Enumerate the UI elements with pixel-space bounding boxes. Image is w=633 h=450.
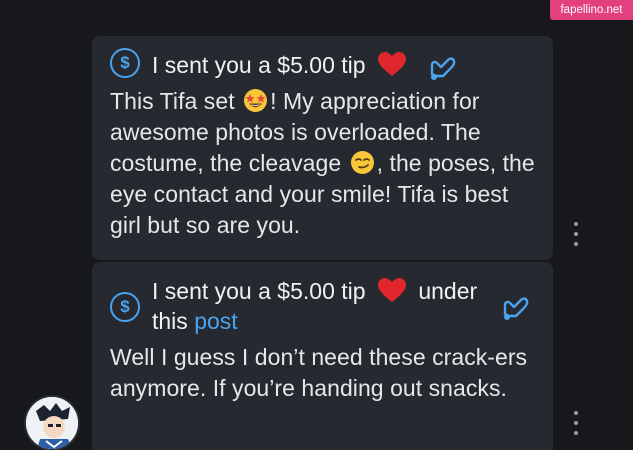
tip-under-text: under	[418, 278, 478, 304]
post-link[interactable]: post	[194, 308, 237, 334]
more-vertical-icon	[574, 222, 578, 226]
more-vertical-icon	[574, 411, 578, 415]
tip-message-bubble[interactable]: $ I sent you a $5.00 tip under this post…	[92, 262, 553, 450]
message-options-button[interactable]	[569, 411, 583, 435]
smirking-face-emoji	[350, 151, 374, 174]
tip-amount-text: I sent you a $5.00 tip	[152, 52, 366, 78]
coin-hand-icon[interactable]	[426, 52, 460, 82]
partial-text-fragment	[330, 0, 390, 4]
heart-icon	[377, 278, 406, 302]
chat-screen: fapellino.net $ I sent you a $5.00 tip T…	[0, 0, 633, 450]
dollar-circle-icon: $	[110, 292, 140, 322]
avatar[interactable]	[24, 395, 80, 450]
message-text: Well I guess I don’t need these crack-er…	[110, 344, 528, 401]
tip-this-text: this	[152, 308, 195, 334]
tip-header: $ I sent you a $5.00 tip under this post	[110, 276, 537, 336]
dollar-circle-icon: $	[110, 48, 140, 78]
watermark: fapellino.net	[550, 0, 633, 20]
heart-icon	[377, 52, 406, 76]
tip-header: $ I sent you a $5.00 tip	[110, 48, 537, 82]
coin-hand-icon[interactable]	[499, 292, 533, 322]
message-options-button[interactable]	[569, 222, 583, 246]
tip-message-bubble[interactable]: $ I sent you a $5.00 tip This Tifa set !…	[92, 36, 553, 260]
avatar-image	[26, 397, 78, 449]
message-text: This Tifa set ! My appreciation for awes…	[110, 88, 535, 238]
star-struck-emoji	[244, 89, 268, 112]
tip-amount-text: I sent you a $5.00 tip	[152, 278, 366, 304]
